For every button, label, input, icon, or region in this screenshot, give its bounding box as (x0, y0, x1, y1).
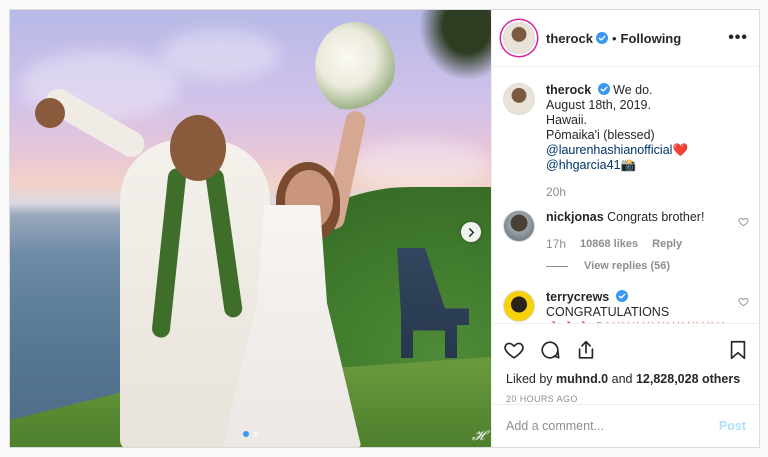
carousel-indicator (243, 431, 259, 437)
post-side-panel: therock • Following ••• therock We do. A… (491, 10, 760, 447)
commenter-avatar[interactable] (503, 210, 535, 242)
more-options-icon[interactable]: ••• (728, 29, 748, 47)
view-replies-button[interactable]: View replies (56) (492, 252, 760, 272)
caption-line: August 18th, 2019. (546, 98, 651, 112)
caption-line: Pōmaika'i (blessed) (546, 128, 655, 142)
reply-button[interactable]: Reply (652, 237, 682, 252)
caption-line: We do. (613, 83, 653, 97)
heart-emoji: ❤️ (672, 143, 689, 157)
comment-username[interactable]: terrycrews (546, 290, 609, 304)
comment-icon[interactable] (539, 339, 561, 361)
photo-watermark: 𝓗 (472, 428, 485, 444)
photo-bouquet (315, 22, 395, 112)
liked-by-prefix: Liked by (506, 372, 553, 386)
comment-item: terrycrews CONGRATULATIONS 🔥🔥🔥👊🏾💥💥💥💥💥💥💥💥 (492, 272, 760, 323)
verified-badge-icon (597, 83, 610, 95)
comment-item: nickjonas Congrats brother! 17h 10868 li… (492, 200, 760, 252)
post-timestamp[interactable]: 20 HOURS AGO (492, 386, 760, 404)
author-username[interactable]: therock (546, 31, 593, 46)
caption-body: therock We do. August 18th, 2019. Hawaii… (546, 83, 688, 200)
post-caption: therock We do. August 18th, 2019. Hawaii… (492, 67, 760, 200)
comment-body: terrycrews CONGRATULATIONS 🔥🔥🔥👊🏾💥💥💥💥💥💥💥💥 (546, 290, 736, 323)
comment-meta: 17h 10868 likes Reply (546, 237, 736, 252)
author-avatar[interactable] (503, 22, 535, 54)
carousel-next-button[interactable] (461, 222, 481, 242)
commenter-avatar[interactable] (503, 290, 535, 322)
post-photo[interactable]: 𝓗 (10, 10, 491, 447)
caption-username[interactable]: therock (546, 83, 591, 97)
share-icon[interactable] (575, 339, 597, 361)
caption-line: Hawaii. (546, 113, 587, 127)
chevron-right-icon (468, 227, 474, 237)
mention-link[interactable]: @laurenhashianofficial (546, 143, 672, 157)
comment-body: nickjonas Congrats brother! 17h 10868 li… (546, 210, 736, 252)
photo-cloud (160, 30, 280, 80)
comment-username[interactable]: nickjonas (546, 210, 604, 224)
caption-avatar[interactable] (503, 83, 535, 115)
small-heart-icon[interactable] (738, 216, 749, 227)
carousel-dot (253, 431, 259, 437)
comment-likes[interactable]: 10868 likes (580, 237, 638, 252)
comment-text: CONGRATULATIONS (546, 305, 670, 319)
view-replies-label: View replies (56) (584, 260, 671, 272)
post-header: therock • Following ••• (492, 10, 759, 67)
following-button[interactable]: Following (621, 31, 682, 46)
mention-link[interactable]: @hhgarcia41 (546, 158, 621, 172)
comment-text: Congrats brother! (607, 210, 705, 224)
likes-count[interactable]: 12,828,028 others (636, 372, 740, 386)
liked-by-and: and (611, 372, 633, 386)
comments-list[interactable]: therock We do. August 18th, 2019. Hawaii… (492, 67, 760, 323)
photo-cloud (350, 140, 490, 190)
post-card: 𝓗 therock • Following ••• therock We do.… (9, 9, 760, 448)
bookmark-icon[interactable] (727, 339, 749, 361)
photo-groom-head (170, 115, 226, 181)
likes-summary: Liked by muhnd.0 and 12,828,028 others (492, 366, 760, 386)
carousel-dot-active (243, 431, 249, 437)
verified-badge-icon (595, 32, 608, 44)
photo-palm (411, 10, 491, 90)
comment-input[interactable] (506, 419, 719, 433)
add-comment-bar: Post (492, 404, 760, 447)
comment-time[interactable]: 17h (546, 237, 566, 252)
photo-groom-hand (35, 98, 65, 128)
action-bar (492, 324, 760, 366)
verified-badge-icon (615, 290, 628, 302)
small-heart-icon[interactable] (738, 296, 749, 307)
camera-emoji: 📸 (620, 158, 637, 172)
heart-icon[interactable] (503, 339, 525, 361)
caption-time[interactable]: 20h (546, 185, 688, 200)
post-actions-area: Liked by muhnd.0 and 12,828,028 others 2… (492, 323, 760, 404)
header-separator: • (611, 30, 617, 46)
liked-by-user[interactable]: muhnd.0 (556, 372, 608, 386)
post-comment-button[interactable]: Post (719, 419, 746, 433)
replies-divider (546, 265, 568, 267)
